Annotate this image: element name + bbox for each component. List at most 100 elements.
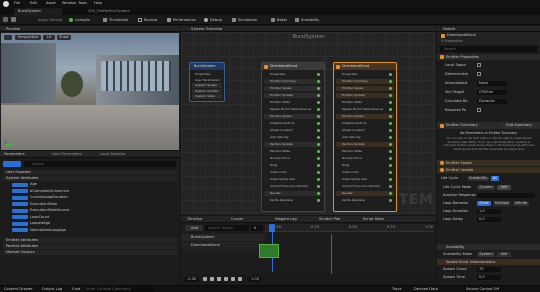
timeline-tab[interactable]: Timeline xyxy=(187,217,202,222)
emitter-module-row[interactable]: Shape Location xyxy=(336,128,394,133)
detail-field-dropdown[interactable]: None xyxy=(477,80,507,86)
step-back-icon[interactable] xyxy=(210,277,214,281)
playhead[interactable] xyxy=(269,224,275,232)
section-emitter-summary[interactable]: Emitter Summary Edit Summary xyxy=(437,122,540,129)
menu-item-asset[interactable]: Asset xyxy=(46,1,56,6)
self-toggle[interactable]: Self xyxy=(497,185,511,190)
emitter-module-row[interactable]: Properties xyxy=(264,72,322,77)
step-forward-icon[interactable] xyxy=(224,277,228,281)
once-toggle[interactable]: Once xyxy=(477,201,491,206)
timeline-tab[interactable]: Scratch Pad xyxy=(319,217,340,222)
emitter-module-row[interactable]: Emitter Spawn xyxy=(336,86,394,91)
scalability-button[interactable]: Scalability xyxy=(301,18,319,23)
menu-item-edit[interactable]: Edit xyxy=(30,1,37,6)
timeline-tab[interactable]: Niagara Log xyxy=(275,217,297,222)
system-toggle[interactable]: System xyxy=(477,185,495,190)
menu-item-window[interactable]: Window xyxy=(62,1,76,6)
module-enabled-icon[interactable] xyxy=(317,156,320,160)
section-emitter-spawn[interactable]: Emitter Spawn xyxy=(437,160,540,166)
detail-field-dropdown[interactable]: CPUSim xyxy=(477,89,507,95)
module-enabled-icon[interactable] xyxy=(317,142,320,146)
parameter-section[interactable]: Module Outputs xyxy=(3,250,177,255)
multiple-toggle[interactable]: Multiple xyxy=(493,201,511,206)
parameter-row[interactable]: ExecutionState xyxy=(6,202,176,207)
graph-canvas[interactable]: BurstSystem SYSTEM BurstSystem Propertie… xyxy=(181,32,436,215)
all-tab[interactable]: All xyxy=(491,176,499,181)
track-row-emitter[interactable]: DirectionalBurst xyxy=(181,242,265,249)
timeline-tab[interactable]: Curves xyxy=(231,217,243,222)
timeline-tab[interactable]: Script Stats xyxy=(363,217,384,222)
emitter-module-row[interactable]: Emitter State xyxy=(264,100,322,105)
module-enabled-icon[interactable] xyxy=(317,100,320,104)
module-enabled-icon[interactable] xyxy=(389,100,392,104)
module-enabled-icon[interactable] xyxy=(389,93,392,97)
loop-delay-input[interactable]: 0.0 xyxy=(477,217,501,222)
module-enabled-icon[interactable] xyxy=(389,107,392,111)
emitter-module-row[interactable]: Particle State xyxy=(264,149,322,154)
emitter-module-row[interactable]: Scale Sprite Size xyxy=(264,177,322,182)
emitter-module-row[interactable]: Spawn Burst Instantaneous xyxy=(336,107,394,112)
trace-button[interactable]: Trace xyxy=(392,287,402,292)
debug-button[interactable]: Debug xyxy=(210,18,222,23)
emitter-module-row[interactable]: Spawn Burst Instantaneous xyxy=(264,107,322,112)
system-node-row[interactable]: User Parameters xyxy=(192,78,222,83)
parameter-section[interactable]: Particle Attributes xyxy=(3,244,177,249)
module-enabled-icon[interactable] xyxy=(389,191,392,195)
scalability-tab[interactable]: Scalability xyxy=(467,176,489,181)
module-enabled-icon[interactable] xyxy=(317,135,320,139)
module-enabled-icon[interactable] xyxy=(317,149,320,153)
emitter-module-row[interactable]: Render xyxy=(264,191,322,196)
system-node-row[interactable]: System Spawn xyxy=(192,83,222,88)
module-enabled-icon[interactable] xyxy=(317,177,320,181)
apply-default-button[interactable]: Apply Default xyxy=(38,18,62,23)
scalability-self-toggle[interactable]: Self xyxy=(497,252,511,257)
emitter-module-row[interactable]: Sprite Renderer xyxy=(264,198,322,203)
details-search-input[interactable]: Search xyxy=(440,46,537,52)
parameters-search-input[interactable]: Search xyxy=(24,161,176,167)
parameter-section[interactable]: System Attributes xyxy=(3,176,177,181)
timeline-add-button[interactable]: Add xyxy=(185,225,203,231)
detail-field-checkbox[interactable] xyxy=(477,72,481,76)
section-spawn-burst[interactable]: Spawn Burst Instantaneous xyxy=(437,259,540,265)
emitter-module-row[interactable]: Emitter Update xyxy=(264,93,322,98)
module-enabled-icon[interactable] xyxy=(389,184,392,188)
module-enabled-icon[interactable] xyxy=(317,184,320,188)
module-enabled-icon[interactable] xyxy=(389,198,392,202)
detail-field-dropdown[interactable]: Dynamic xyxy=(477,98,507,104)
module-enabled-icon[interactable] xyxy=(317,191,320,195)
parameter-row[interactable]: Age xyxy=(6,182,176,187)
parameter-row[interactable]: NormalizedLoopAge xyxy=(6,228,176,233)
detail-field-checkbox[interactable] xyxy=(477,108,481,112)
parameters-add-button[interactable] xyxy=(3,161,21,167)
emitter-module-row[interactable]: Scale Sprite Size xyxy=(336,177,394,182)
parameter-row[interactable]: bCompleteOnInactive xyxy=(6,189,176,194)
parameter-row[interactable]: CurrentLoopDuration xyxy=(6,195,176,200)
parameter-row[interactable]: LoopedAge xyxy=(6,221,176,226)
preview-viewport[interactable]: Perspective Lit Show xyxy=(1,33,179,150)
emitter-module-row[interactable]: Properties xyxy=(336,72,394,77)
emitter-module-row[interactable]: Particle State xyxy=(336,149,394,154)
emitter-module-row[interactable]: Gravity Force xyxy=(336,156,394,161)
loop-duration-input[interactable]: 1.0 xyxy=(477,209,501,214)
emitter-module-row[interactable]: Initialize Particle xyxy=(336,121,394,126)
emitter-module-row[interactable]: Particle Spawn xyxy=(264,114,322,119)
simulation-button[interactable]: Simulation xyxy=(238,18,257,23)
module-enabled-icon[interactable] xyxy=(389,149,392,153)
emitter-module-row[interactable]: Initialize Particle xyxy=(264,121,322,126)
emitter-module-row[interactable]: Particle Update xyxy=(336,142,394,147)
skip-forward-icon[interactable] xyxy=(231,277,235,281)
skip-back-icon[interactable] xyxy=(203,277,207,281)
section-emitter-update[interactable]: Emitter Update xyxy=(437,167,540,173)
emitter-module-row[interactable]: Particle Spawn xyxy=(336,114,394,119)
module-enabled-icon[interactable] xyxy=(317,72,320,76)
emitter-module-row[interactable]: Drag xyxy=(336,163,394,168)
menu-item-file[interactable]: File xyxy=(14,1,20,6)
parameter-section[interactable]: User Exposed xyxy=(3,170,177,175)
compile-button[interactable]: Compile xyxy=(75,18,90,23)
module-enabled-icon[interactable] xyxy=(389,79,392,83)
emitter-right-enable-icon[interactable] xyxy=(336,64,340,69)
section-emitter-properties[interactable]: Emitter Properties xyxy=(437,54,540,60)
emitter-module-row[interactable]: Sprite Renderer xyxy=(336,198,394,203)
track-row-system[interactable]: BurstSystem xyxy=(181,234,265,241)
content-drawer-button[interactable]: Content Drawer xyxy=(4,287,33,292)
